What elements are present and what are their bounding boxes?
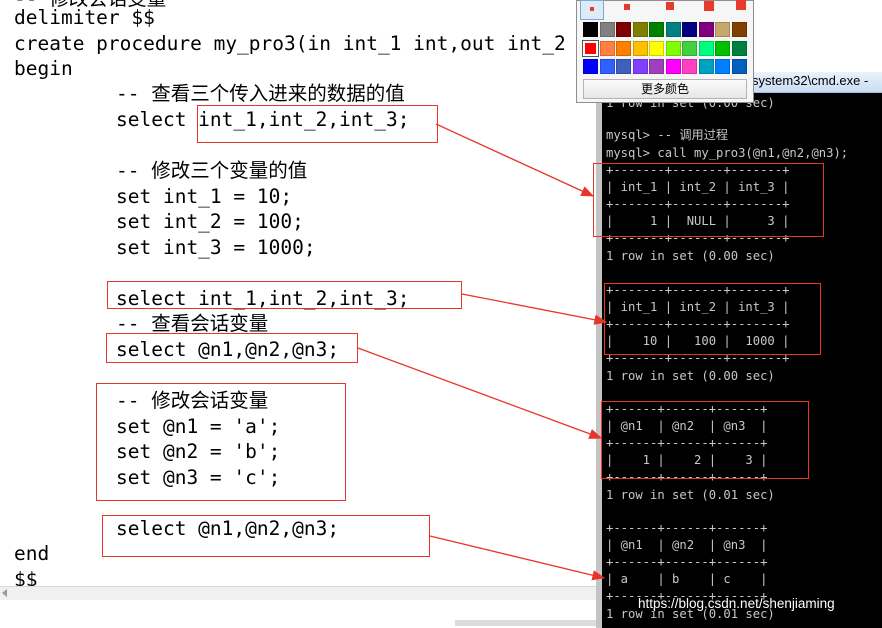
annotation-arrows (357, 123, 608, 581)
watermark: https://blog.csdn.net/shenjiaming (638, 596, 835, 611)
arrow-3 (357, 347, 603, 439)
arrow-1 (435, 123, 595, 197)
arrow-4 (429, 535, 606, 581)
screenshot-stage: -- 修改会话变量 delimiter $$ create procedure … (0, 0, 882, 628)
arrow-2 (461, 293, 608, 325)
